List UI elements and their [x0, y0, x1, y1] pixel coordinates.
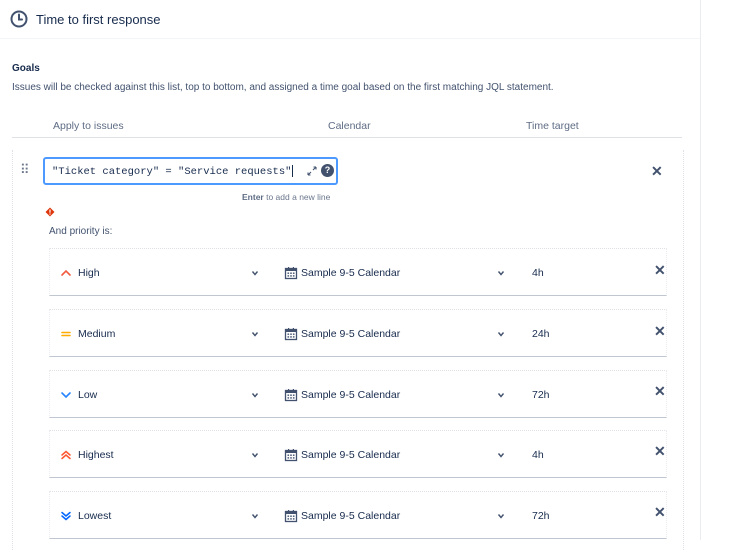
- chevron-down-icon[interactable]: [250, 450, 260, 460]
- column-header-time: Time target: [526, 120, 579, 132]
- text-caret: [292, 165, 294, 177]
- calendar-select-value[interactable]: Sample 9-5 Calendar: [301, 510, 400, 522]
- remove-row-icon[interactable]: ✕: [654, 383, 666, 400]
- time-target-value[interactable]: 4h: [532, 267, 544, 279]
- priority-highest-icon: [61, 450, 71, 460]
- time-target-value[interactable]: 72h: [532, 510, 550, 522]
- priority-select-value[interactable]: High: [78, 267, 100, 279]
- calendar-icon: [284, 267, 298, 280]
- help-icon[interactable]: ?: [321, 164, 334, 177]
- chevron-down-icon[interactable]: [250, 390, 260, 400]
- calendar-select-value[interactable]: Sample 9-5 Calendar: [301, 328, 400, 340]
- section-header: Time to first response: [10, 10, 161, 28]
- chevron-down-icon[interactable]: [250, 268, 260, 278]
- calendar-icon: [284, 389, 298, 402]
- column-header-apply: Apply to issues: [53, 120, 124, 132]
- priority-row: Medium Sample 9-5 Calendar 24h: [49, 309, 667, 357]
- column-divider: [12, 137, 682, 138]
- chevron-down-icon[interactable]: [496, 511, 506, 521]
- chevron-down-icon[interactable]: [496, 329, 506, 339]
- chevron-down-icon[interactable]: [496, 450, 506, 460]
- calendar-icon: [284, 510, 298, 523]
- column-header-calendar: Calendar: [328, 120, 371, 132]
- chevron-down-icon[interactable]: [250, 511, 260, 521]
- chevron-down-icon[interactable]: [496, 390, 506, 400]
- priority-select-value[interactable]: Low: [78, 389, 97, 401]
- expand-icon[interactable]: [307, 166, 317, 176]
- enter-hint-key: Enter: [242, 192, 264, 202]
- enter-hint-text: to add a new line: [266, 192, 331, 202]
- remove-row-icon[interactable]: ✕: [654, 443, 666, 460]
- calendar-select-value[interactable]: Sample 9-5 Calendar: [301, 267, 400, 279]
- calendar-select-value[interactable]: Sample 9-5 Calendar: [301, 449, 400, 461]
- priority-row: High Sample 9-5 Calendar 4h: [49, 248, 667, 296]
- goals-description: Issues will be checked against this list…: [12, 82, 554, 93]
- priority-high-icon: [61, 269, 71, 276]
- jql-value: "Ticket category" = "Service requests": [52, 165, 292, 178]
- drag-handle-icon[interactable]: ⠿: [20, 162, 29, 178]
- remove-row-icon[interactable]: ✕: [654, 323, 666, 340]
- calendar-icon: [284, 328, 298, 341]
- and-priority-label: And priority is:: [49, 226, 113, 237]
- chevron-down-icon[interactable]: [250, 329, 260, 339]
- time-target-value[interactable]: 24h: [532, 328, 550, 340]
- priority-medium-icon: [61, 331, 71, 337]
- goals-title: Goals: [12, 63, 40, 74]
- priority-row: Low Sample 9-5 Calendar 72h: [49, 370, 667, 418]
- calendar-icon: [284, 449, 298, 462]
- error-icon: [45, 207, 55, 217]
- priority-select-value[interactable]: Medium: [78, 328, 115, 340]
- calendar-select-value[interactable]: Sample 9-5 Calendar: [301, 389, 400, 401]
- priority-lowest-icon: [61, 511, 71, 521]
- time-target-value[interactable]: 72h: [532, 389, 550, 401]
- chevron-down-icon[interactable]: [496, 268, 506, 278]
- clock-icon: [10, 10, 28, 28]
- remove-goal-icon[interactable]: ✕: [651, 163, 663, 180]
- priority-row: Highest Sample 9-5 Calendar 4h: [49, 430, 667, 478]
- remove-row-icon[interactable]: ✕: [654, 262, 666, 279]
- panel-right-border: [700, 0, 701, 540]
- enter-hint: Enter to add a new line: [242, 192, 330, 202]
- remove-row-icon[interactable]: ✕: [654, 504, 666, 521]
- jql-input[interactable]: "Ticket category" = "Service requests": [43, 157, 338, 185]
- time-target-value[interactable]: 4h: [532, 449, 544, 461]
- priority-low-icon: [61, 392, 71, 399]
- header-divider: [0, 38, 700, 39]
- section-title: Time to first response: [36, 11, 161, 27]
- priority-row: Lowest Sample 9-5 Calendar 72h: [49, 491, 667, 539]
- priority-select-value[interactable]: Lowest: [78, 510, 111, 522]
- priority-select-value[interactable]: Highest: [78, 449, 114, 461]
